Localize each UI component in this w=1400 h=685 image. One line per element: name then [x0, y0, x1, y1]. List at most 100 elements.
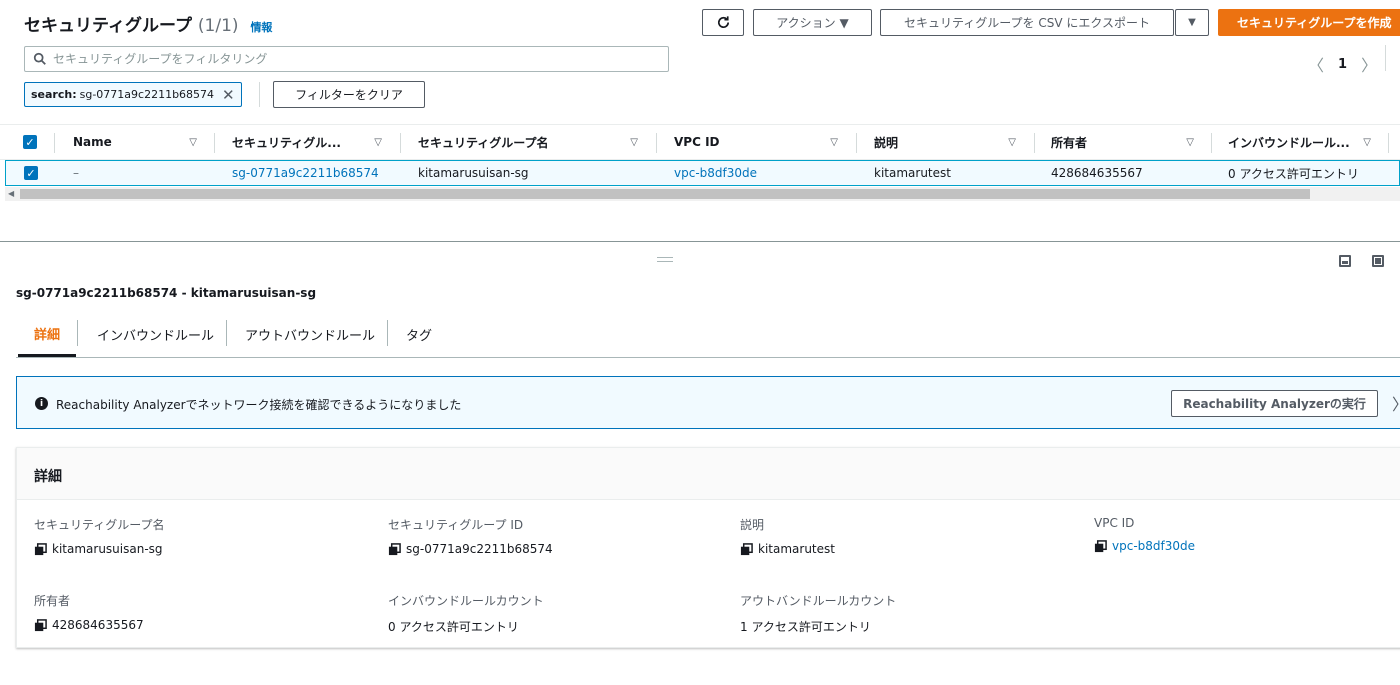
- column-divider: [1211, 133, 1212, 153]
- filter-divider: [259, 82, 260, 107]
- column-header-description[interactable]: 説明 ▽: [874, 125, 1016, 159]
- search-box[interactable]: [24, 46, 669, 72]
- column-header-group-id[interactable]: セキュリティグル... ▽: [232, 125, 382, 159]
- search-icon: [33, 52, 46, 65]
- create-security-group-button[interactable]: セキュリティグループを作成: [1218, 9, 1400, 36]
- security-groups-panel: セキュリティグループ (1/1) 情報 アクション ▼ セキュリティグループを …: [0, 0, 1400, 242]
- field-value: vpc-b8df30de: [1094, 539, 1195, 553]
- field-description: 説明 kitamarutest: [740, 516, 835, 556]
- copy-icon[interactable]: [34, 618, 47, 632]
- panel-side-icon[interactable]: [1372, 255, 1384, 267]
- dismiss-chevron-icon[interactable]: 〉: [1392, 391, 1400, 415]
- column-header-owner[interactable]: 所有者 ▽: [1051, 125, 1194, 159]
- field-vpc-id: VPC ID vpc-b8df30de: [1094, 516, 1195, 553]
- table-row[interactable]: ✓ – sg-0771a9c2211b68574 kitamarusuisan-…: [5, 160, 1400, 186]
- scrollbar-thumb[interactable]: [20, 189, 1310, 199]
- refresh-icon: [717, 16, 729, 28]
- sort-icon[interactable]: ▽: [189, 137, 197, 148]
- search-input[interactable]: [53, 52, 653, 66]
- vpc-id-link[interactable]: vpc-b8df30de: [1112, 539, 1195, 553]
- horizontal-scrollbar[interactable]: ◀: [5, 187, 1400, 201]
- column-divider: [400, 133, 401, 153]
- column-header-inbound-rules[interactable]: インバウンドルール... ▽: [1228, 125, 1371, 159]
- pager-divider: [1385, 45, 1386, 71]
- sort-icon[interactable]: ▽: [1363, 137, 1371, 148]
- field-label: セキュリティグループ名: [34, 518, 165, 532]
- field-label: 説明: [740, 518, 765, 532]
- tab-outbound-rules[interactable]: アウトバウンドルール: [245, 312, 375, 356]
- field-value: 1 アクセス許可エントリ: [740, 620, 871, 634]
- detail-panel-title: sg-0771a9c2211b68574 - kitamarusuisan-sg: [16, 286, 317, 300]
- column-divider: [1034, 133, 1035, 153]
- selection-count: (1/1): [197, 16, 239, 36]
- cell-owner: 428684635567: [1051, 166, 1143, 180]
- column-header-label: セキュリティグループ名: [418, 135, 549, 150]
- field-security-group-id: セキュリティグループ ID sg-0771a9c2211b68574: [388, 516, 553, 556]
- field-label: セキュリティグループ ID: [388, 518, 524, 532]
- remove-filter-close-icon[interactable]: ✕: [222, 86, 235, 104]
- detail-tabs: 詳細 インバウンドルール アウトバウンドルール タグ: [16, 312, 1400, 358]
- cell-group-name: kitamarusuisan-sg: [418, 166, 529, 180]
- field-value: 0 アクセス許可エントリ: [388, 620, 519, 634]
- field-value: kitamarutest: [740, 542, 835, 556]
- page-title-text: セキュリティグループ: [24, 16, 192, 36]
- field-value: kitamarusuisan-sg: [34, 542, 165, 556]
- select-all-checkbox[interactable]: ✓: [23, 125, 37, 159]
- column-header-group-name[interactable]: セキュリティグループ名 ▽: [418, 125, 638, 159]
- field-inbound-rule-count: インバウンドルールカウント 0 アクセス許可エントリ: [388, 592, 544, 635]
- tab-inbound-rules[interactable]: インバウンドルール: [97, 312, 214, 356]
- export-csv-button[interactable]: セキュリティグループを CSV にエクスポート: [880, 9, 1174, 36]
- current-page[interactable]: 1: [1338, 57, 1347, 72]
- panel-bottom-icon[interactable]: [1339, 255, 1351, 267]
- clear-filters-button[interactable]: フィルターをクリア: [273, 81, 425, 108]
- sort-icon[interactable]: ▽: [1008, 137, 1016, 148]
- column-header-name[interactable]: Name ▽: [73, 125, 197, 159]
- column-header-label: VPC ID: [674, 135, 720, 149]
- sort-icon[interactable]: ▽: [630, 137, 638, 148]
- column-header-label: インバウンドルール...: [1228, 135, 1350, 150]
- column-header-vpc-id[interactable]: VPC ID ▽: [674, 125, 838, 159]
- cell-description: kitamarutest: [874, 166, 951, 180]
- field-outbound-rule-count: アウトバンドルールカウント 1 アクセス許可エントリ: [740, 592, 896, 635]
- field-value-text: kitamarutest: [758, 542, 835, 556]
- tab-divider: [226, 320, 227, 346]
- field-value-text: sg-0771a9c2211b68574: [406, 542, 553, 556]
- column-divider: [856, 133, 857, 153]
- details-card-heading: 詳細: [34, 469, 62, 485]
- field-label: VPC ID: [1094, 516, 1135, 530]
- copy-icon[interactable]: [34, 542, 47, 556]
- scroll-left-arrow-icon[interactable]: ◀: [8, 189, 14, 198]
- refresh-button[interactable]: [702, 9, 744, 36]
- checkbox-check-icon: ✓: [24, 166, 38, 180]
- actions-dropdown[interactable]: アクション ▼: [753, 9, 872, 36]
- checkbox-check-icon: ✓: [23, 135, 37, 149]
- sort-icon[interactable]: ▽: [374, 137, 382, 148]
- details-card-header: 詳細: [17, 448, 1400, 500]
- cell-vpc-id-link[interactable]: vpc-b8df30de: [674, 161, 757, 185]
- prev-page-chevron-icon[interactable]: 〈: [1308, 52, 1324, 76]
- cell-group-id-link[interactable]: sg-0771a9c2211b68574: [232, 161, 379, 185]
- sort-icon[interactable]: ▽: [830, 137, 838, 148]
- split-panel-resize-handle[interactable]: [657, 257, 673, 262]
- column-divider: [214, 133, 215, 153]
- field-security-group-name: セキュリティグループ名 kitamarusuisan-sg: [34, 516, 165, 556]
- copy-icon[interactable]: [1094, 539, 1107, 553]
- field-label: アウトバンドルールカウント: [740, 594, 897, 608]
- row-checkbox[interactable]: ✓: [24, 161, 38, 185]
- export-dropdown-caret[interactable]: ▼: [1175, 9, 1209, 36]
- field-owner: 所有者 428684635567: [34, 592, 144, 632]
- tab-tags[interactable]: タグ: [406, 312, 432, 356]
- info-icon: i: [35, 397, 48, 410]
- tab-divider: [387, 320, 388, 346]
- info-link[interactable]: 情報: [250, 21, 272, 34]
- copy-icon[interactable]: [388, 542, 401, 556]
- sort-icon[interactable]: ▽: [1186, 137, 1194, 148]
- run-reachability-analyzer-button[interactable]: Reachability Analyzerの実行: [1171, 390, 1378, 417]
- next-page-chevron-icon[interactable]: 〉: [1361, 52, 1377, 76]
- copy-icon[interactable]: [740, 542, 753, 556]
- tab-details[interactable]: 詳細: [18, 312, 77, 357]
- column-header-label: セキュリティグル...: [232, 135, 341, 150]
- column-header-label: Name: [73, 135, 112, 149]
- info-flashbar: i Reachability Analyzerでネットワーク接続を確認できるよう…: [16, 376, 1400, 429]
- field-label: 所有者: [34, 594, 71, 608]
